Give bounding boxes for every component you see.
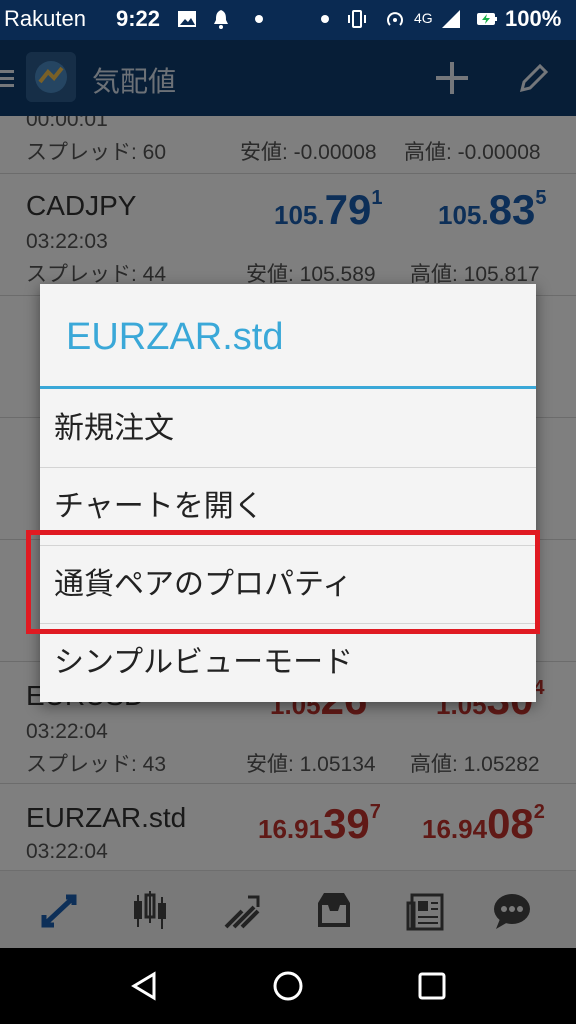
dialog-title: EURZAR.std xyxy=(66,316,284,358)
system-nav-bar xyxy=(0,948,576,1024)
home-icon[interactable] xyxy=(270,968,306,1004)
highlight-box xyxy=(26,530,540,634)
dot-icon xyxy=(255,15,263,23)
notification-bell-icon xyxy=(214,10,228,29)
recents-icon[interactable] xyxy=(414,968,450,1004)
clock: 9:22 xyxy=(116,6,161,31)
dialog-title-divider xyxy=(40,386,536,389)
symbol-context-dialog: EURZAR.std 新規注文 チャートを開く 通貨ペアのプロパティ シンプルビ… xyxy=(40,284,536,702)
carrier-label: Rakuten xyxy=(4,6,86,31)
status-bar: Rakuten 9:22 4G 100% xyxy=(0,0,576,40)
menu-item-new-order[interactable]: 新規注文 xyxy=(40,390,536,468)
vibrate-icon xyxy=(348,10,366,28)
back-icon[interactable] xyxy=(126,968,162,1004)
network-type: 4G xyxy=(414,10,433,26)
battery-level: 100% xyxy=(505,6,562,31)
image-icon xyxy=(178,11,196,27)
battery-charging-icon xyxy=(477,13,497,25)
signal-icon xyxy=(442,10,460,28)
dot-icon xyxy=(321,15,329,23)
menu-item-simple-view-mode[interactable]: シンプルビューモード xyxy=(40,624,536,702)
hotspot-icon xyxy=(387,12,403,26)
